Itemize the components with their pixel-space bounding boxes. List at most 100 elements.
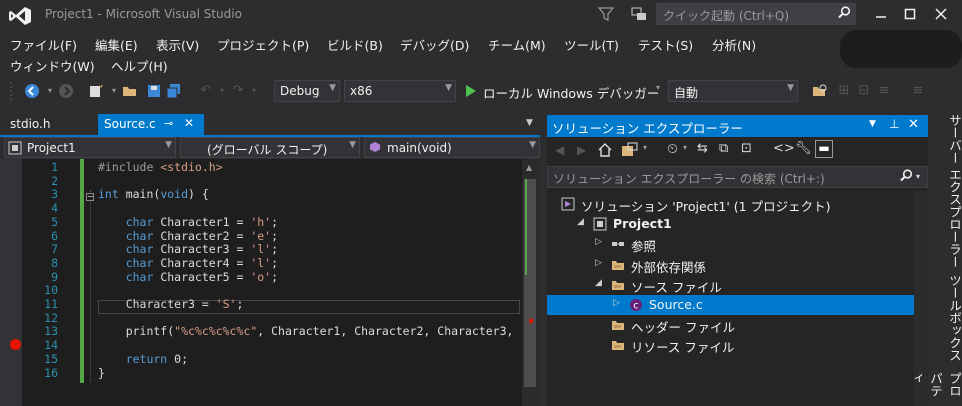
toolbar-options-icon[interactable]: ≡ xyxy=(910,83,926,99)
solution-search-input[interactable]: ソリューション エクスプローラー の検索 (Ctrl+:) ▾ xyxy=(547,166,928,188)
tree-item[interactable]: ヘッダー ファイル xyxy=(547,315,928,335)
pin-icon[interactable]: ⊸ xyxy=(164,117,173,130)
tab-source-c[interactable]: Source.c ⊸ ✕ xyxy=(98,114,204,136)
debugger-dropdown-icon[interactable]: ▾ xyxy=(656,83,660,92)
tab-list-dropdown-icon[interactable]: ▼ xyxy=(526,118,533,128)
quick-launch-box[interactable]: クイック起動 (Ctrl+Q) xyxy=(656,3,856,25)
comment-icon[interactable]: ⊟ xyxy=(856,83,872,99)
expanded-arrow-icon[interactable]: ◢ xyxy=(595,278,602,288)
project-select[interactable]: Project1 ▼ xyxy=(4,137,176,158)
tree-item[interactable]: リソース ファイル xyxy=(547,335,928,355)
menu-test[interactable]: テスト(S) xyxy=(638,35,693,54)
save-all-icon[interactable] xyxy=(166,83,182,99)
search-options-dropdown-icon[interactable]: ▾ xyxy=(916,172,920,181)
code-line[interactable]: #include <stdio.h> xyxy=(98,160,223,174)
pending-changes-filter-icon[interactable]: ⏲ xyxy=(667,141,678,157)
show-all-files-icon[interactable]: ⊡ xyxy=(741,141,752,156)
function-select[interactable]: main(void) ▼ xyxy=(364,137,540,158)
editor-vertical-scrollbar[interactable]: ▲ xyxy=(522,159,540,406)
close-window-button[interactable] xyxy=(928,4,954,26)
back-icon[interactable]: ◀ xyxy=(555,143,564,157)
view-code-icon[interactable]: <> xyxy=(773,141,795,156)
tree-item[interactable]: ▷ 外部依存関係 xyxy=(547,255,928,275)
start-debugger-button[interactable]: ローカル Windows デバッガー xyxy=(483,83,659,102)
side-tab-toolbox[interactable]: ツールボックス xyxy=(936,274,962,362)
close-panel-icon[interactable]: ✕ xyxy=(908,117,919,132)
collapsed-arrow-icon[interactable]: ▷ xyxy=(613,298,620,308)
maximize-button[interactable] xyxy=(897,4,923,26)
sync-with-document-icon[interactable]: ⇆ xyxy=(697,141,708,156)
code-line[interactable]: int main(void) { xyxy=(98,187,209,201)
collapse-icon[interactable]: − xyxy=(86,193,94,201)
start-debugging-icon[interactable] xyxy=(464,83,478,99)
collapse-all-icon[interactable]: ⧉ xyxy=(719,141,728,156)
toolbar-grip[interactable] xyxy=(10,82,16,100)
properties-wrench-icon[interactable]: 🔧︎ xyxy=(795,141,812,156)
menu-view[interactable]: 表示(V) xyxy=(156,35,199,54)
tab-stdio-h[interactable]: stdio.h xyxy=(0,114,96,136)
forward-icon[interactable] xyxy=(58,83,74,99)
scroll-up-icon[interactable]: ▲ xyxy=(526,163,532,172)
close-icon[interactable]: ✕ xyxy=(184,116,194,130)
switch-views-dropdown-icon[interactable]: ▾ xyxy=(643,143,647,152)
open-file-icon[interactable] xyxy=(122,83,138,99)
code-line[interactable]: } xyxy=(98,366,105,380)
tree-item[interactable]: ▷ 参照 xyxy=(547,234,928,254)
menu-file[interactable]: ファイル(F) xyxy=(10,35,77,54)
menu-analyze[interactable]: 分析(N) xyxy=(712,35,756,54)
notification-filter-icon[interactable] xyxy=(597,6,615,22)
menu-help[interactable]: ヘルプ(H) xyxy=(111,56,168,75)
back-icon[interactable] xyxy=(24,83,40,99)
undo-dropdown-icon[interactable]: ▾ xyxy=(214,83,230,99)
tree-item[interactable]: ◢ ソース ファイル xyxy=(547,275,928,295)
collapsed-arrow-icon[interactable]: ▷ xyxy=(595,237,602,247)
forward-icon[interactable]: ▶ xyxy=(577,143,586,157)
new-project-icon[interactable] xyxy=(88,83,104,99)
indent-icon[interactable]: ≡ xyxy=(876,83,892,99)
redo-icon[interactable]: ↷ xyxy=(230,83,246,99)
save-icon[interactable] xyxy=(146,83,162,99)
solution-configuration-select[interactable]: Debug ▼ xyxy=(274,80,340,102)
code-line[interactable]: char Character4 = 'l'; xyxy=(98,256,278,270)
side-tab-properties[interactable]: プロパティ xyxy=(909,372,962,406)
code-line[interactable]: char Character2 = 'e'; xyxy=(98,229,278,243)
account-avatar[interactable] xyxy=(840,30,962,68)
menu-edit[interactable]: 編集(E) xyxy=(95,35,138,54)
code-line[interactable]: char Character3 = 'l'; xyxy=(98,242,278,256)
menu-tools[interactable]: ツール(T) xyxy=(564,35,619,54)
scope-select[interactable]: (グローバル スコープ) ▼ xyxy=(180,137,360,158)
tree-item[interactable]: ソリューション 'Project1' (1 プロジェクト) xyxy=(547,194,928,214)
search-icon[interactable] xyxy=(900,169,913,185)
solution-explorer-header[interactable]: ソリューション エクスプローラー ▼ ⊥ ✕ xyxy=(547,115,928,137)
feedback-icon[interactable] xyxy=(630,5,648,23)
switch-views-icon[interactable] xyxy=(621,142,639,161)
code-line[interactable]: char Character5 = 'o'; xyxy=(98,270,278,284)
collapsed-arrow-icon[interactable]: ▷ xyxy=(595,258,602,268)
code-line[interactable]: return 0; xyxy=(98,352,188,366)
menu-build[interactable]: ビルド(B) xyxy=(327,35,383,54)
solution-platform-select[interactable]: x86 ▼ xyxy=(344,80,456,102)
tree-item[interactable]: ▷ c Source.c xyxy=(547,295,928,315)
panel-menu-icon[interactable]: ▼ xyxy=(869,119,876,129)
minimize-button[interactable] xyxy=(868,4,894,26)
find-in-files-icon[interactable] xyxy=(812,83,828,99)
undo-icon[interactable]: ↶ xyxy=(198,83,214,99)
new-dropdown-icon[interactable]: ▾ xyxy=(106,83,122,99)
auto-hide-pin-icon[interactable]: ⊥ xyxy=(889,117,899,131)
menu-project[interactable]: プロジェクト(P) xyxy=(217,35,309,54)
preview-selected-items-icon[interactable]: ▬ xyxy=(815,140,833,158)
code-line[interactable]: char Character1 = 'h'; xyxy=(98,215,278,229)
code-editor[interactable]: 1 2 3 4 5 6 7 8 9 10 11 12 13 14 15 16 #include <stdio.… xyxy=(0,159,540,406)
filter-dropdown-icon[interactable]: ▾ xyxy=(683,143,687,152)
code-line[interactable]: printf("%c%c%c%c%c", Character1, Charact… xyxy=(98,324,514,338)
redo-dropdown-icon[interactable]: ▾ xyxy=(246,83,262,99)
bookmark-icon[interactable]: ⊞ xyxy=(836,83,852,99)
debug-mode-select[interactable]: 自動 ▼ xyxy=(668,80,798,102)
indicator-margin[interactable] xyxy=(0,159,22,406)
tree-item[interactable]: ◢ Project1 xyxy=(547,214,928,234)
menu-debug[interactable]: デバッグ(D) xyxy=(400,35,469,54)
menu-team[interactable]: チーム(M) xyxy=(488,35,546,54)
side-tab-server-explorer[interactable]: サーバー エクスプローラー xyxy=(936,114,962,268)
back-dropdown-icon[interactable]: ▾ xyxy=(42,83,58,99)
expanded-arrow-icon[interactable]: ◢ xyxy=(577,217,584,227)
